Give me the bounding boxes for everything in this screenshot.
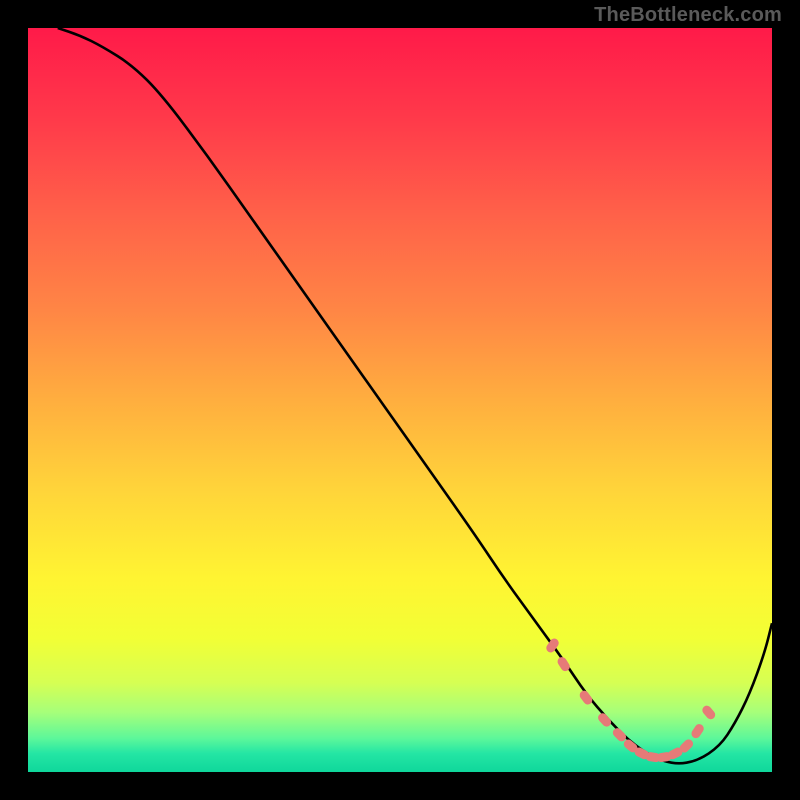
gradient-background — [28, 28, 772, 772]
chart-container: TheBottleneck.com — [0, 0, 800, 800]
watermark-text: TheBottleneck.com — [594, 4, 782, 27]
chart-svg — [28, 28, 772, 772]
plot-area — [28, 28, 772, 772]
